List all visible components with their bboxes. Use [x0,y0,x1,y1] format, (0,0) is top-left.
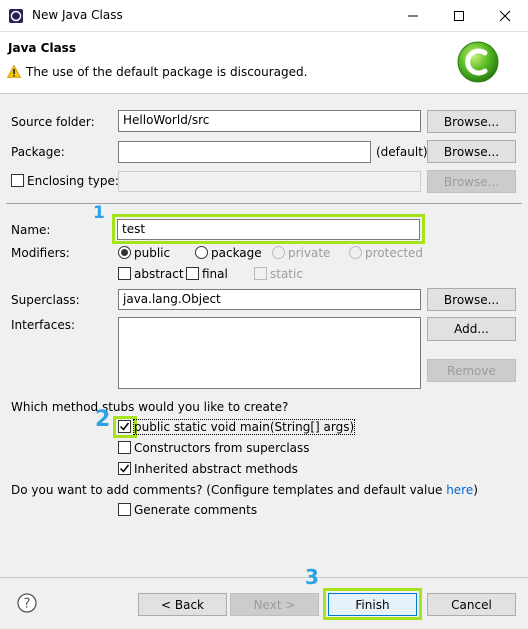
enclosing-type-browse-button: Browse... [427,170,516,193]
remove-interface-button: Remove [427,359,516,382]
constructors-checkbox[interactable] [118,441,131,454]
superclass-browse-button[interactable]: Browse... [427,288,516,311]
main-method-checkbox[interactable] [118,420,131,433]
window-title: New Java Class [32,8,123,22]
next-button: Next > [230,593,319,616]
finish-button[interactable]: Finish [328,593,417,616]
cancel-button[interactable]: Cancel [427,593,516,616]
help-icon[interactable]: ? [17,593,37,613]
check-icon [119,422,130,431]
modifier-package-label: package [211,246,262,260]
comments-question-end: ) [473,483,478,497]
annotation-step-1: 1 [93,203,105,223]
svg-text:?: ? [24,597,31,612]
interfaces-label: Interfaces: [11,318,76,332]
enclosing-type-field [118,171,421,192]
radio-selected-dot [121,249,128,256]
modifier-abstract-label: abstract [134,267,184,281]
comments-question: Do you want to add comments? (Configure … [11,483,478,497]
modifier-final-checkbox[interactable] [186,267,199,280]
generate-comments-checkbox[interactable] [118,503,131,516]
wizard-title: Java Class [8,41,76,55]
comments-question-text: Do you want to add comments? (Configure … [11,483,447,497]
java-class-wizard-icon [457,41,499,83]
modifier-static-checkbox [254,267,267,280]
enclosing-type-checkbox[interactable] [11,174,24,187]
package-browse-button[interactable]: Browse... [427,140,516,163]
minimize-icon [408,15,418,16]
modifiers-label: Modifiers: [11,246,70,260]
configure-templates-link[interactable]: here [446,483,473,497]
wizard-header: Java Class The use of the default packag… [0,32,528,94]
app-icon [9,9,23,23]
footer-separator [0,577,528,578]
source-folder-browse-button[interactable]: Browse... [427,110,516,133]
minimize-button[interactable] [390,0,436,31]
warning-message: The use of the default package is discou… [26,65,308,79]
modifier-public-radio[interactable] [118,246,131,259]
enclosing-type-label: Enclosing type: [27,174,119,188]
close-icon [499,10,511,21]
separator [6,203,522,204]
maximize-icon [454,10,464,21]
source-folder-field[interactable]: HelloWorld/src [118,110,421,132]
modifier-protected-radio [349,246,362,259]
modifier-static-label: static [270,267,303,281]
method-stubs-question: Which method stubs would you like to cre… [11,400,289,414]
modifier-package-radio[interactable] [195,246,208,259]
name-label: Name: [11,223,51,237]
back-button[interactable]: < Back [138,593,227,616]
source-folder-label: Source folder: [11,115,95,129]
annotation-step-3: 3 [305,565,319,589]
package-default-label: (default) [376,145,428,159]
modifier-final-label: final [202,267,228,281]
title-bar: New Java Class [0,0,528,32]
annotation-step-2: 2 [95,407,111,432]
inherited-abstract-checkbox[interactable] [118,462,131,475]
modifier-abstract-checkbox[interactable] [118,267,131,280]
interfaces-list[interactable] [118,317,421,389]
name-field[interactable]: test [117,219,420,240]
constructors-label: Constructors from superclass [134,441,310,455]
modifier-public-label: public [134,246,171,260]
check-icon [119,464,130,473]
package-label: Package: [11,145,65,159]
maximize-button[interactable] [436,0,482,31]
main-method-label: public static void main(String[] args) [132,419,356,435]
add-interface-button[interactable]: Add... [427,317,516,341]
warning-icon [7,65,21,78]
inherited-abstract-label: Inherited abstract methods [134,462,298,476]
generate-comments-label: Generate comments [134,503,258,517]
modifier-private-label: private [288,246,331,260]
superclass-label: Superclass: [11,293,80,307]
close-button[interactable] [482,0,528,31]
superclass-field[interactable]: java.lang.Object [118,289,421,310]
modifier-private-radio [272,246,285,259]
modifier-protected-label: protected [365,246,424,260]
package-field[interactable] [118,141,371,163]
